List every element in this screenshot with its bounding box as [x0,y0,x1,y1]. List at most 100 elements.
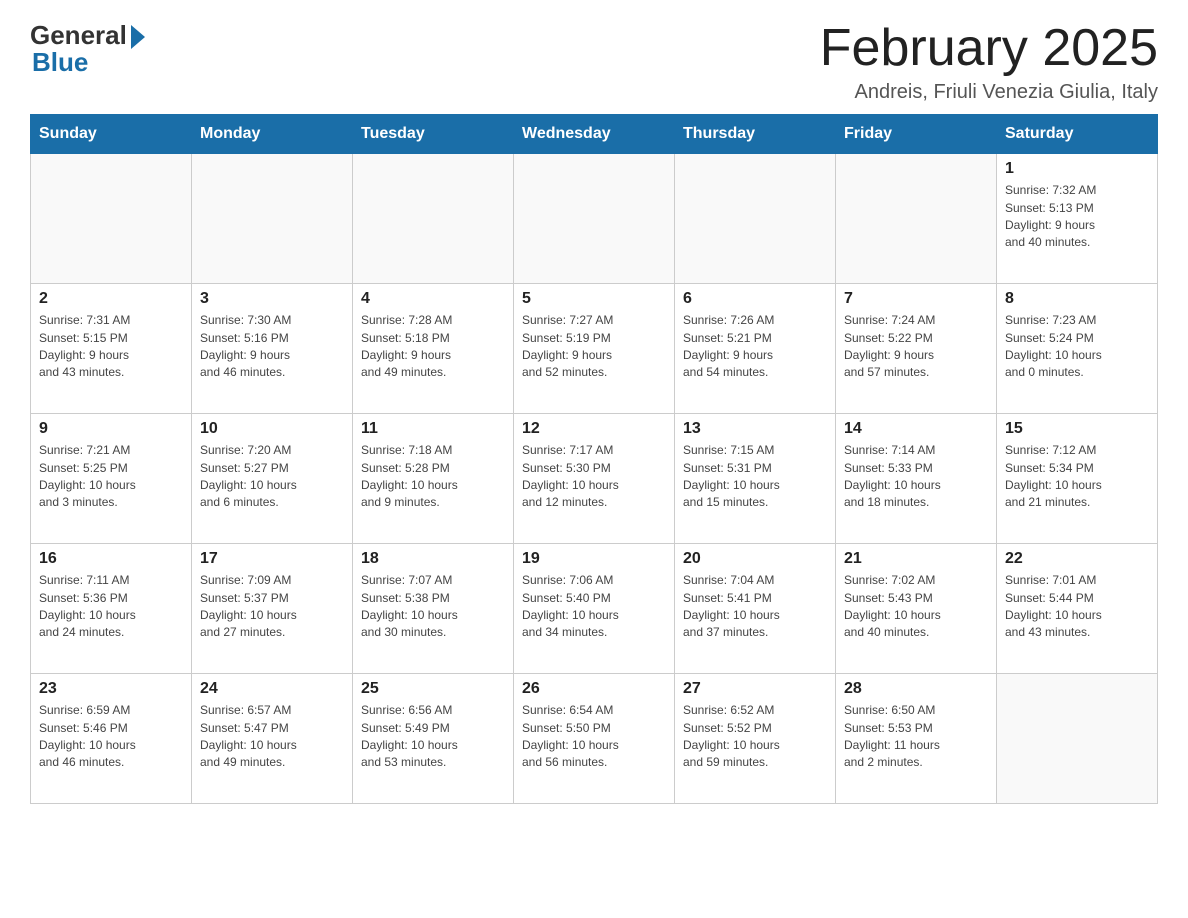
day-info: Sunrise: 7:21 AMSunset: 5:25 PMDaylight:… [39,442,183,512]
day-number: 8 [1005,290,1149,308]
day-number: 1 [1005,160,1149,178]
day-info: Sunrise: 6:52 AMSunset: 5:52 PMDaylight:… [683,702,827,772]
header-day-wednesday: Wednesday [514,115,675,154]
day-number: 6 [683,290,827,308]
calendar-cell: 6 Sunrise: 7:26 AMSunset: 5:21 PMDaylight… [675,284,836,414]
day-info: Sunrise: 7:09 AMSunset: 5:37 PMDaylight:… [200,572,344,642]
day-number: 11 [361,420,505,438]
day-number: 3 [200,290,344,308]
week-row-5: 23 Sunrise: 6:59 AMSunset: 5:46 PMDayligh… [31,674,1158,804]
week-row-1: 1 Sunrise: 7:32 AMSunset: 5:13 PMDaylight… [31,154,1158,284]
calendar-title: February 2025 [820,20,1158,77]
day-number: 26 [522,680,666,698]
day-number: 14 [844,420,988,438]
calendar-cell: 1 Sunrise: 7:32 AMSunset: 5:13 PMDaylight… [997,154,1158,284]
calendar-subtitle: Andreis, Friuli Venezia Giulia, Italy [820,81,1158,104]
calendar-cell: 19 Sunrise: 7:06 AMSunset: 5:40 PMDayligh… [514,544,675,674]
calendar-cell [836,154,997,284]
calendar-cell: 23 Sunrise: 6:59 AMSunset: 5:46 PMDayligh… [31,674,192,804]
day-info: Sunrise: 7:04 AMSunset: 5:41 PMDaylight:… [683,572,827,642]
day-number: 7 [844,290,988,308]
day-number: 28 [844,680,988,698]
day-info: Sunrise: 7:26 AMSunset: 5:21 PMDaylight:… [683,312,827,382]
calendar-cell [675,154,836,284]
day-number: 10 [200,420,344,438]
calendar-cell [31,154,192,284]
day-info: Sunrise: 7:18 AMSunset: 5:28 PMDaylight:… [361,442,505,512]
day-info: Sunrise: 6:50 AMSunset: 5:53 PMDaylight:… [844,702,988,772]
day-number: 17 [200,550,344,568]
day-number: 23 [39,680,183,698]
day-info: Sunrise: 7:32 AMSunset: 5:13 PMDaylight:… [1005,182,1149,252]
header-day-thursday: Thursday [675,115,836,154]
day-number: 20 [683,550,827,568]
day-info: Sunrise: 7:28 AMSunset: 5:18 PMDaylight:… [361,312,505,382]
calendar-header: SundayMondayTuesdayWednesdayThursdayFrid… [31,115,1158,154]
day-number: 25 [361,680,505,698]
day-info: Sunrise: 7:31 AMSunset: 5:15 PMDaylight:… [39,312,183,382]
header-day-tuesday: Tuesday [353,115,514,154]
day-number: 22 [1005,550,1149,568]
calendar-cell: 7 Sunrise: 7:24 AMSunset: 5:22 PMDaylight… [836,284,997,414]
calendar-cell [353,154,514,284]
logo-arrow-icon [131,25,145,49]
calendar-cell: 2 Sunrise: 7:31 AMSunset: 5:15 PMDaylight… [31,284,192,414]
title-block: February 2025 Andreis, Friuli Venezia Gi… [820,20,1158,104]
header-day-saturday: Saturday [997,115,1158,154]
calendar-cell: 28 Sunrise: 6:50 AMSunset: 5:53 PMDayligh… [836,674,997,804]
calendar-cell: 27Sunrise: 6:52 AMSunset: 5:52 PMDayligh… [675,674,836,804]
day-number: 21 [844,550,988,568]
calendar-cell: 13 Sunrise: 7:15 AMSunset: 5:31 PMDayligh… [675,414,836,544]
day-info: Sunrise: 7:27 AMSunset: 5:19 PMDaylight:… [522,312,666,382]
day-info: Sunrise: 7:11 AMSunset: 5:36 PMDaylight:… [39,572,183,642]
day-info: Sunrise: 7:30 AMSunset: 5:16 PMDaylight:… [200,312,344,382]
calendar-cell: 12 Sunrise: 7:17 AMSunset: 5:30 PMDayligh… [514,414,675,544]
calendar-cell: 16 Sunrise: 7:11 AMSunset: 5:36 PMDayligh… [31,544,192,674]
calendar-cell: 24Sunrise: 6:57 AMSunset: 5:47 PMDayligh… [192,674,353,804]
day-info: Sunrise: 7:24 AMSunset: 5:22 PMDaylight:… [844,312,988,382]
calendar-cell: 15 Sunrise: 7:12 AMSunset: 5:34 PMDayligh… [997,414,1158,544]
calendar-cell: 21 Sunrise: 7:02 AMSunset: 5:43 PMDayligh… [836,544,997,674]
calendar-cell: 25 Sunrise: 6:56 AMSunset: 5:49 PMDayligh… [353,674,514,804]
day-number: 13 [683,420,827,438]
calendar-cell: 20 Sunrise: 7:04 AMSunset: 5:41 PMDayligh… [675,544,836,674]
day-info: Sunrise: 7:17 AMSunset: 5:30 PMDaylight:… [522,442,666,512]
calendar-cell: 17 Sunrise: 7:09 AMSunset: 5:37 PMDayligh… [192,544,353,674]
day-info: Sunrise: 7:20 AMSunset: 5:27 PMDaylight:… [200,442,344,512]
day-number: 2 [39,290,183,308]
day-info: Sunrise: 7:15 AMSunset: 5:31 PMDaylight:… [683,442,827,512]
calendar-cell: 11 Sunrise: 7:18 AMSunset: 5:28 PMDayligh… [353,414,514,544]
day-info: Sunrise: 7:14 AMSunset: 5:33 PMDaylight:… [844,442,988,512]
calendar-cell: 8 Sunrise: 7:23 AMSunset: 5:24 PMDaylight… [997,284,1158,414]
day-info: Sunrise: 6:57 AMSunset: 5:47 PMDaylight:… [200,702,344,772]
calendar-cell: 14 Sunrise: 7:14 AMSunset: 5:33 PMDayligh… [836,414,997,544]
day-info: Sunrise: 7:02 AMSunset: 5:43 PMDaylight:… [844,572,988,642]
week-row-2: 2 Sunrise: 7:31 AMSunset: 5:15 PMDaylight… [31,284,1158,414]
day-number: 19 [522,550,666,568]
week-row-3: 9 Sunrise: 7:21 AMSunset: 5:25 PMDaylight… [31,414,1158,544]
calendar-table: SundayMondayTuesdayWednesdayThursdayFrid… [30,114,1158,804]
header-row: SundayMondayTuesdayWednesdayThursdayFrid… [31,115,1158,154]
day-number: 15 [1005,420,1149,438]
day-info: Sunrise: 6:59 AMSunset: 5:46 PMDaylight:… [39,702,183,772]
header-day-sunday: Sunday [31,115,192,154]
calendar-cell [192,154,353,284]
day-info: Sunrise: 6:56 AMSunset: 5:49 PMDaylight:… [361,702,505,772]
day-info: Sunrise: 7:06 AMSunset: 5:40 PMDaylight:… [522,572,666,642]
day-number: 4 [361,290,505,308]
day-number: 18 [361,550,505,568]
day-info: Sunrise: 7:01 AMSunset: 5:44 PMDaylight:… [1005,572,1149,642]
calendar-cell: 22 Sunrise: 7:01 AMSunset: 5:44 PMDayligh… [997,544,1158,674]
calendar-cell [997,674,1158,804]
day-number: 16 [39,550,183,568]
day-info: Sunrise: 6:54 AMSunset: 5:50 PMDaylight:… [522,702,666,772]
calendar-cell: 4 Sunrise: 7:28 AMSunset: 5:18 PMDaylight… [353,284,514,414]
day-number: 9 [39,420,183,438]
day-number: 12 [522,420,666,438]
day-info: Sunrise: 7:12 AMSunset: 5:34 PMDaylight:… [1005,442,1149,512]
week-row-4: 16 Sunrise: 7:11 AMSunset: 5:36 PMDayligh… [31,544,1158,674]
header-day-monday: Monday [192,115,353,154]
day-info: Sunrise: 7:07 AMSunset: 5:38 PMDaylight:… [361,572,505,642]
calendar-cell: 10 Sunrise: 7:20 AMSunset: 5:27 PMDayligh… [192,414,353,544]
day-info: Sunrise: 7:23 AMSunset: 5:24 PMDaylight:… [1005,312,1149,382]
